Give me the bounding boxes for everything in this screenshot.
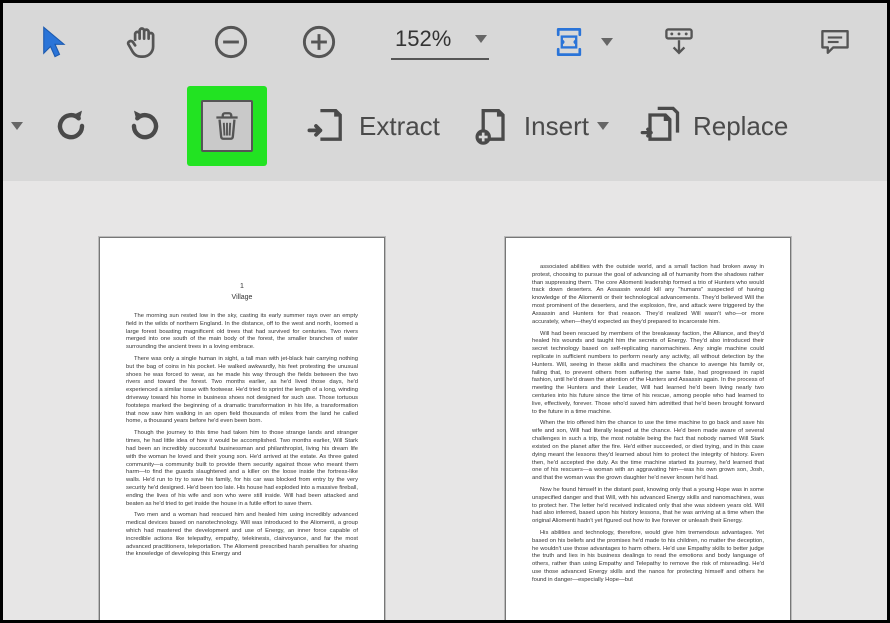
toolbar-dropdown-caret[interactable]: [11, 122, 23, 130]
page-thumbnail-area: 1 Village The morning sun rested low in …: [3, 181, 887, 620]
zoom-out-button[interactable]: [209, 20, 253, 64]
zoom-value: 152%: [395, 26, 451, 52]
insert-dropdown-caret: [597, 122, 609, 130]
insert-label: Insert: [524, 111, 589, 142]
more-tools-button[interactable]: [657, 20, 701, 64]
page-text: His abilities and technology, therefore,…: [532, 530, 764, 585]
chevron-down-icon: [475, 35, 487, 43]
page-thumbnail[interactable]: 1 Village The morning sun rested low in …: [99, 237, 385, 620]
page-text: There was only a single human in sight, …: [126, 356, 358, 426]
page-text: When the trio offered him the chance to …: [532, 420, 764, 483]
page-text: associated abilities with the outside wo…: [532, 264, 764, 327]
page-text: Two men and a woman had rescued him and …: [126, 512, 358, 559]
rotate-ccw-button[interactable]: [39, 96, 103, 156]
delete-page-button[interactable]: [187, 86, 267, 166]
page-text: Will had been rescued by members of the …: [532, 331, 764, 417]
main-toolbar: 152%: [3, 3, 887, 81]
replace-label: Replace: [693, 111, 788, 142]
chapter-number: 1: [126, 282, 358, 291]
page-thumbnail[interactable]: associated abilities with the outside wo…: [505, 237, 791, 620]
app-frame: 152%: [0, 0, 890, 623]
organize-toolbar: Extract Insert Replace: [3, 81, 887, 171]
fit-dropdown-caret[interactable]: [601, 38, 613, 46]
insert-button[interactable]: Insert: [460, 96, 619, 156]
select-tool[interactable]: [33, 20, 77, 64]
hand-tool[interactable]: [121, 20, 165, 64]
chapter-name: Village: [126, 293, 358, 302]
fit-width-button[interactable]: [547, 20, 591, 64]
page-text: The morning sun rested low in the sky, c…: [126, 313, 358, 352]
rotate-cw-button[interactable]: [113, 96, 177, 156]
comment-button[interactable]: [813, 20, 857, 64]
zoom-in-button[interactable]: [297, 20, 341, 64]
page-text: Though the journey to this time had take…: [126, 430, 358, 508]
zoom-level-select[interactable]: 152%: [391, 24, 489, 60]
replace-button[interactable]: Replace: [629, 96, 798, 156]
extract-label: Extract: [359, 111, 440, 142]
page-text: Now he found himself in the distant past…: [532, 487, 764, 526]
extract-button[interactable]: Extract: [295, 96, 450, 156]
